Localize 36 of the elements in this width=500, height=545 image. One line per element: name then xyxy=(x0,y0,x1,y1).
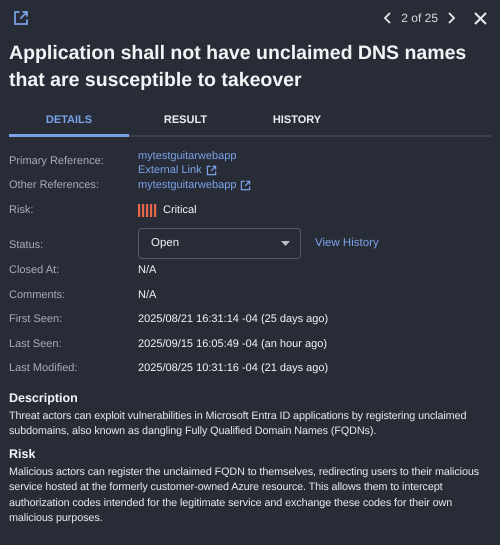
reference-link[interactable]: mytestguitarwebapp xyxy=(138,150,236,162)
caret-icon xyxy=(281,240,290,246)
field-value: 2025/08/25 10:31:16 -04 (21 days ago) xyxy=(138,361,330,374)
field-label: Risk: xyxy=(9,202,34,216)
next-button[interactable] xyxy=(446,12,456,24)
close-button[interactable] xyxy=(474,12,487,24)
field-label: Primary Reference: xyxy=(9,154,105,167)
tab[interactable]: DETAILS xyxy=(9,110,129,137)
reference-link[interactable]: mytestguitarwebapp xyxy=(138,179,252,191)
tab[interactable]: HISTORY xyxy=(242,110,352,137)
field-label: Other References: xyxy=(9,178,100,191)
view-history-link[interactable]: View History xyxy=(315,237,379,249)
status-select[interactable]: Open xyxy=(138,228,301,258)
section-heading: Description xyxy=(9,390,79,404)
tab[interactable]: RESULT xyxy=(129,110,242,137)
previous-button[interactable] xyxy=(383,12,394,24)
reference-link[interactable]: External Link xyxy=(138,164,217,176)
field-label: Status: xyxy=(9,238,44,250)
field-value: 2025/08/21 16:31:14 -04 (25 days ago) xyxy=(138,312,330,325)
risk-value: Critical xyxy=(163,204,197,216)
field-label: First Seen: xyxy=(9,312,64,325)
field-value: 2025/09/15 16:05:49 -04 (an hour ago) xyxy=(138,336,328,350)
external-link-icon xyxy=(13,10,29,26)
field-label: Last Seen: xyxy=(9,336,63,350)
open-in-new-window-button[interactable] xyxy=(13,10,29,26)
pager-count: 2 of 25 xyxy=(401,11,438,25)
finding-title: Application shall not have unclaimed DNS names that are susceptible to takeover xyxy=(9,41,468,93)
field-label: Last Modified: xyxy=(9,361,78,374)
field-label: Closed At: xyxy=(9,263,60,276)
section-text: Threat actors can exploit vulnerabilities in Microsoft Entra ID applications by registering unclaimed subdomains, also known as dangling Fully Qualified Domain Names (FQDNs). xyxy=(9,408,468,439)
field-value: N/A xyxy=(138,288,158,300)
section-text: Malicious actors can register the unclaimed FQDN to themselves, redirecting users to their malicious service hosted at the formerly customer-owned Azure resource. This allows them to intercept authorization codes intended for the legitimate service and exchange these codes for their own malicious purposes. xyxy=(9,464,480,526)
field-value: N/A xyxy=(138,263,158,276)
field-label: Comments: xyxy=(9,288,66,300)
section-heading: Risk xyxy=(9,446,36,460)
severity-bars-icon xyxy=(138,204,157,216)
